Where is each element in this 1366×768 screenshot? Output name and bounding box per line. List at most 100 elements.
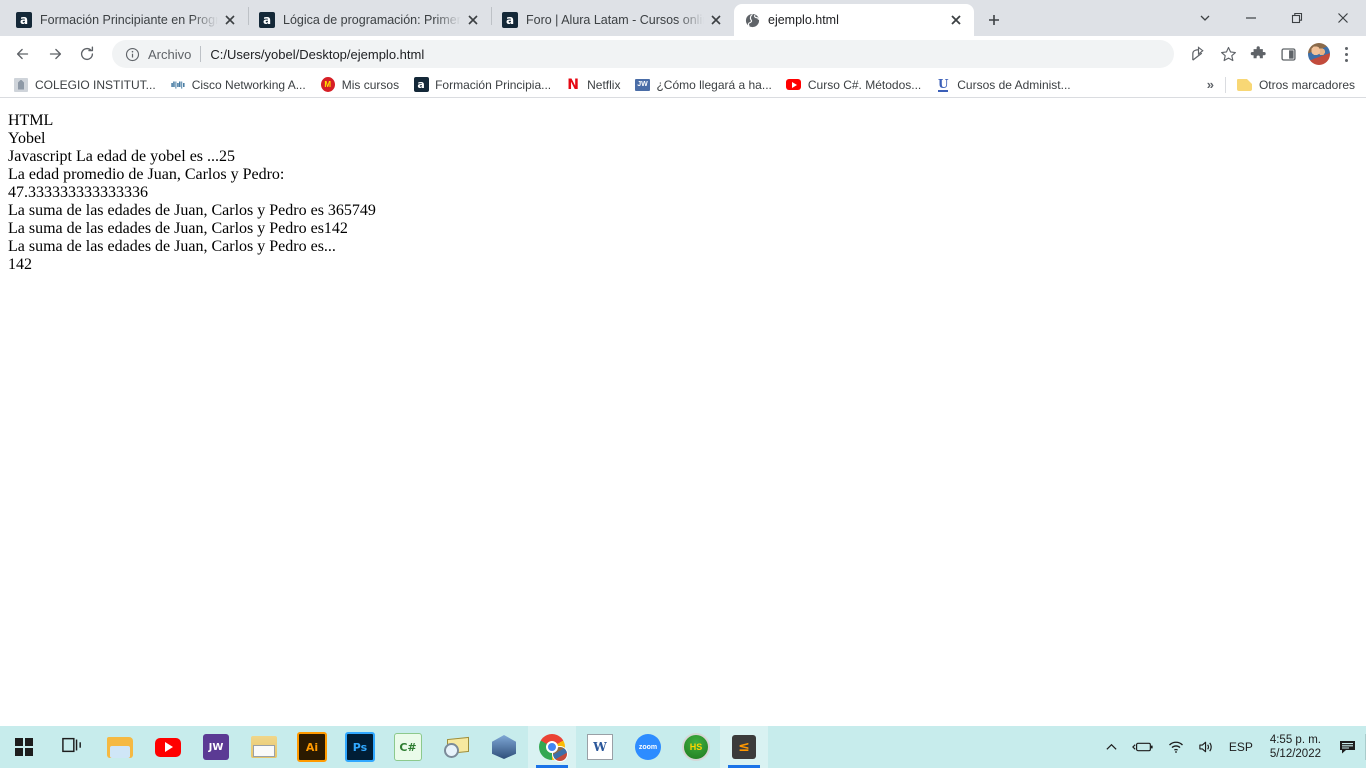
colegio-icon [13, 77, 29, 93]
reload-button[interactable] [72, 39, 102, 69]
bookmarks-divider [1224, 76, 1226, 93]
browser-menu-button[interactable] [1334, 40, 1358, 68]
content-line: La suma de las edades de Juan, Carlos y … [8, 202, 376, 219]
wifi-icon[interactable] [1161, 726, 1191, 768]
show-hidden-icons-button[interactable] [1098, 726, 1125, 768]
browser-tab-active[interactable]: ejemplo.html [734, 4, 974, 36]
zoom-icon: zoom [635, 734, 661, 760]
info-icon[interactable] [124, 46, 140, 62]
bookmark-label: Mis cursos [341, 77, 400, 92]
taskbar-photoshop[interactable]: Ps [336, 726, 384, 768]
taskbar-zoom[interactable]: zoom [624, 726, 672, 768]
scheme-label: Archivo [148, 46, 192, 62]
bookmark-item[interactable]: ıl|ıl|ı Cisco Networking A... [163, 74, 313, 96]
bookmark-item[interactable]: a Formación Principia... [406, 74, 558, 96]
taskbar-mail-search-app[interactable] [432, 726, 480, 768]
browser-window: a Formación Principiante en Progra a Lóg… [0, 0, 1366, 726]
csharp-icon: C# [394, 733, 422, 761]
close-icon[interactable] [944, 8, 968, 32]
taskbar-biblia-app[interactable] [240, 726, 288, 768]
taskbar-word[interactable]: W [576, 726, 624, 768]
biblia-icon [251, 736, 277, 758]
bookmark-label: Cursos de Administ... [957, 77, 1071, 92]
content-line: HTML [8, 112, 54, 129]
content-line: Javascript La edad de yobel es ...25 [8, 148, 236, 165]
globe-icon [744, 12, 760, 28]
tab-title: Formación Principiante en Progra [40, 13, 218, 27]
tab-list: a Formación Principiante en Progra a Lóg… [0, 0, 1008, 36]
bookmark-item[interactable]: COLEGIO INSTITUT... [6, 74, 163, 96]
taskbar-illustrator[interactable]: Ai [288, 726, 336, 768]
task-view-button[interactable] [48, 726, 96, 768]
close-icon[interactable] [461, 8, 485, 32]
tab-title: ejemplo.html [768, 13, 839, 27]
other-bookmarks-button[interactable]: Otros marcadores [1230, 74, 1362, 96]
volume-icon[interactable] [1191, 726, 1222, 768]
tab-strip: a Formación Principiante en Progra a Lóg… [0, 0, 1366, 36]
bookmark-item[interactable]: M Mis cursos [313, 74, 406, 96]
task-view-icon [62, 736, 82, 759]
avatar[interactable] [1308, 43, 1330, 65]
windows-logo-icon [15, 738, 33, 756]
mail-icon [443, 736, 469, 758]
notifications-icon[interactable] [1331, 726, 1365, 768]
jw-icon: JW [634, 77, 650, 93]
content-line: La edad promedio de Juan, Carlos y Pedro… [8, 166, 285, 183]
illustrator-icon: Ai [297, 732, 327, 762]
bookmark-label: Curso C#. Métodos... [807, 77, 922, 92]
word-icon: W [587, 734, 613, 760]
taskbar-chrome[interactable] [528, 726, 576, 768]
browser-tab[interactable]: a Lógica de programación: Primero [249, 4, 491, 36]
bookmark-label: Formación Principia... [435, 77, 552, 92]
battery-icon[interactable] [1125, 726, 1161, 768]
youtube-icon [155, 737, 181, 757]
alura-icon: a [259, 12, 275, 28]
url-text: C:/Users/yobel/Desktop/ejemplo.html [210, 46, 425, 62]
bookmark-label: ¿Cómo llegará a ha... [656, 77, 772, 92]
puzzle-icon[interactable] [1244, 40, 1272, 68]
maximize-icon[interactable] [1274, 0, 1320, 36]
browser-tab[interactable]: a Formación Principiante en Progra [6, 4, 248, 36]
close-icon[interactable] [704, 8, 728, 32]
close-icon[interactable] [1320, 0, 1366, 36]
forward-button[interactable] [40, 39, 70, 69]
bookmark-item[interactable]: N Netflix [558, 74, 627, 96]
bookmark-label: Cisco Networking A... [191, 77, 306, 92]
content-line: La suma de las edades de Juan, Carlos y … [8, 220, 348, 237]
start-button[interactable] [0, 726, 48, 768]
taskbar-jw-library[interactable]: JW [192, 726, 240, 768]
clock[interactable]: 4:55 p. m. 5/12/2022 [1260, 726, 1331, 768]
address-bar[interactable]: Archivo C:/Users/yobel/Desktop/ejemplo.h… [112, 40, 1174, 68]
close-icon[interactable] [218, 8, 242, 32]
windows-taskbar: JW Ai Ps C# W zoom HS ≤ ESP 4:55 p. m. 5… [0, 726, 1366, 768]
bookmark-star-icon[interactable] [1214, 40, 1242, 68]
bookmark-item[interactable]: JW ¿Cómo llegará a ha... [627, 74, 778, 96]
browser-tab[interactable]: a Foro | Alura Latam - Cursos onlin [492, 4, 734, 36]
taskbar-file-explorer[interactable] [96, 726, 144, 768]
taskbar-sublime-text[interactable]: ≤ [720, 726, 768, 768]
taskbar-youtube[interactable] [144, 726, 192, 768]
taskbar-csharp-app[interactable]: C# [384, 726, 432, 768]
new-tab-button[interactable] [980, 6, 1008, 34]
tab-title: Lógica de programación: Primero [283, 13, 461, 27]
browser-toolbar: Archivo C:/Users/yobel/Desktop/ejemplo.h… [0, 36, 1366, 72]
bookmarks-overflow-button[interactable]: » [1199, 77, 1221, 92]
content-line: 142 [8, 256, 32, 273]
bookmark-item[interactable]: U Cursos de Administ... [928, 74, 1077, 96]
taskbar-virtualbox[interactable] [480, 726, 528, 768]
content-line: Yobel [8, 130, 46, 147]
chevron-down-icon[interactable] [1182, 0, 1228, 36]
folder-icon [1237, 77, 1253, 93]
page-content: HTML Yobel Javascript La edad de yobel e… [0, 98, 1366, 274]
minimize-icon[interactable] [1228, 0, 1274, 36]
side-panel-icon[interactable] [1274, 40, 1302, 68]
share-icon[interactable] [1184, 40, 1212, 68]
clock-date: 5/12/2022 [1269, 748, 1321, 760]
virtualbox-icon [492, 735, 516, 759]
taskbar-hs-app[interactable]: HS [672, 726, 720, 768]
back-button[interactable] [8, 39, 38, 69]
bookmark-item[interactable]: Curso C#. Métodos... [779, 74, 928, 96]
bookmarks-bar: COLEGIO INSTITUT... ıl|ıl|ı Cisco Networ… [0, 72, 1366, 98]
photoshop-icon: Ps [345, 732, 375, 762]
language-indicator[interactable]: ESP [1222, 726, 1260, 768]
